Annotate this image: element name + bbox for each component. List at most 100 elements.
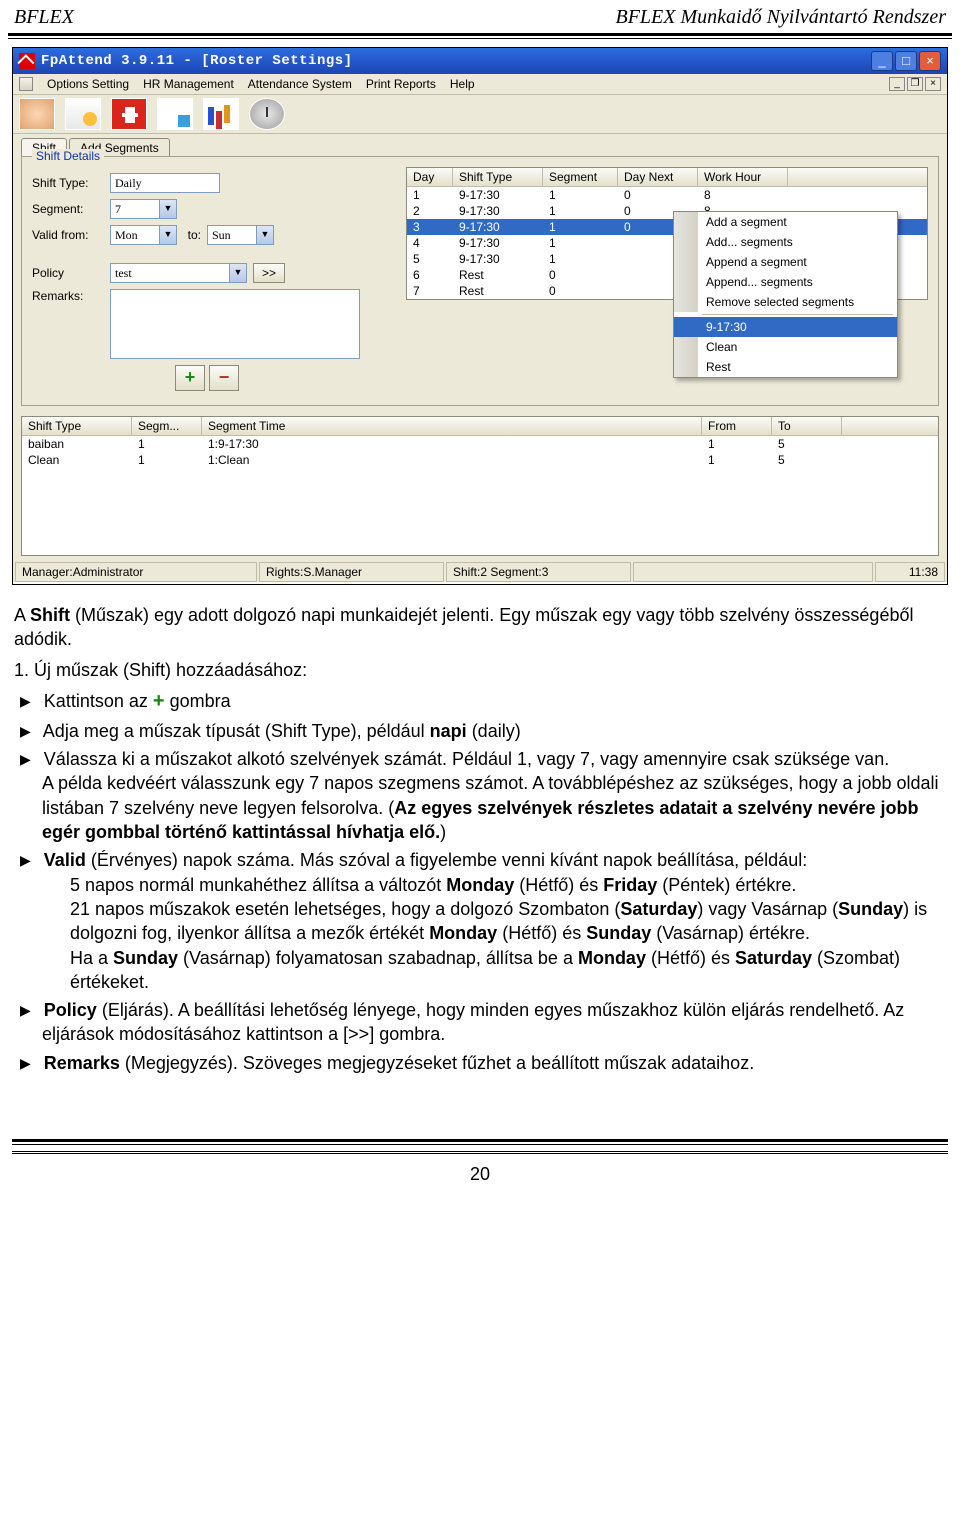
valid-to-dd-icon[interactable]: ▼: [257, 225, 274, 245]
txt: Kattintson az: [44, 691, 153, 711]
plus-icon: +: [153, 690, 165, 712]
maximize-button[interactable]: □: [895, 51, 917, 71]
status-rights: Rights:S.Manager: [259, 562, 444, 582]
txt: Sunday: [113, 948, 178, 968]
system-menu-icon[interactable]: [19, 77, 33, 91]
col-shift-type[interactable]: Shift Type: [453, 168, 543, 186]
tab-strip: Shift Add Segments: [21, 138, 939, 157]
context-menu[interactable]: Add a segmentAdd... segmentsAppend a seg…: [673, 211, 898, 378]
menu-gutter: [674, 292, 698, 312]
page-header: BFLEX BFLEX Munkaidő Nyilvántartó Rendsz…: [0, 0, 960, 33]
menu-gutter: [674, 232, 698, 252]
menu-gutter: [674, 252, 698, 272]
menu-item[interactable]: Rest: [674, 357, 897, 377]
minimize-button[interactable]: _: [871, 51, 893, 71]
remarks-textarea[interactable]: [110, 289, 360, 359]
table-cell: 1: [543, 219, 618, 235]
toolbar-doc-icon[interactable]: [157, 98, 193, 130]
col-work-hour[interactable]: Work Hour: [698, 168, 788, 186]
col2-shift-type[interactable]: Shift Type: [22, 417, 132, 435]
table-cell: 4: [407, 235, 453, 251]
table-cell: 5: [772, 436, 842, 452]
header-left: BFLEX: [14, 6, 74, 29]
mdi-close[interactable]: ×: [925, 77, 941, 91]
menu-print[interactable]: Print Reports: [366, 77, 436, 91]
menu-gutter: [674, 212, 698, 232]
menu-item[interactable]: Append... segments: [674, 272, 897, 292]
menu-options[interactable]: Options Setting: [47, 77, 129, 91]
status-shift: Shift:2 Segment:3: [446, 562, 631, 582]
valid-from-dd-icon[interactable]: ▼: [160, 225, 177, 245]
status-bar: Manager:Administrator Rights:S.Manager S…: [15, 562, 945, 582]
table-row[interactable]: 19-17:30108: [407, 187, 927, 203]
txt: (Műszak) egy adott dolgozó napi munkaide…: [14, 605, 913, 649]
txt: (Eljárás). A beállítási lehetőség lényeg…: [42, 1000, 904, 1044]
table-cell: 9-17:30: [453, 235, 543, 251]
txt: Remarks: [44, 1053, 120, 1073]
table-cell: 1: [702, 452, 772, 468]
txt: Sunday: [586, 923, 651, 943]
menu-item[interactable]: Remove selected segments: [674, 292, 897, 312]
col-day-next[interactable]: Day Next: [618, 168, 698, 186]
col-segment[interactable]: Segment: [543, 168, 618, 186]
col2-segment-time[interactable]: Segment Time: [202, 417, 702, 435]
label-valid-from: Valid from:: [32, 228, 110, 242]
table-cell: 1: [407, 187, 453, 203]
toolbar-clock-icon[interactable]: [249, 98, 285, 130]
menubar: Options Setting HR Management Attendance…: [13, 74, 947, 95]
toolbar-chart-icon[interactable]: [203, 98, 239, 130]
menu-gutter: [674, 272, 698, 292]
menu-hr[interactable]: HR Management: [143, 77, 234, 91]
mdi-minimize[interactable]: _: [889, 77, 905, 91]
numbered-step: 1. Új műszak (Shift) hozzáadásához:: [14, 658, 946, 682]
shift-summary-table[interactable]: Shift Type Segm... Segment Time From To …: [21, 416, 939, 556]
txt: (Érvényes) napok száma. Más szóval a fig…: [86, 850, 807, 870]
segment-field[interactable]: [110, 199, 160, 219]
close-button[interactable]: ×: [919, 51, 941, 71]
table-cell: 1: [543, 235, 618, 251]
col-day[interactable]: Day: [407, 168, 453, 186]
menu-item[interactable]: 9-17:30: [674, 317, 897, 337]
table-cell: 5: [407, 251, 453, 267]
table-cell: 0: [543, 267, 618, 283]
table-row[interactable]: Clean11:Clean15: [22, 452, 938, 468]
mdi-restore[interactable]: ❐: [907, 77, 923, 91]
titlebar: FpAttend 3.9.11 - [Roster Settings] _ □ …: [13, 48, 947, 74]
policy-dd-icon[interactable]: ▼: [230, 263, 247, 283]
group-legend: Shift Details: [32, 149, 104, 163]
txt: Valid: [44, 850, 86, 870]
col2-from[interactable]: From: [702, 417, 772, 435]
menu-help[interactable]: Help: [450, 77, 475, 91]
col2-segm[interactable]: Segm...: [132, 417, 202, 435]
col2-to[interactable]: To: [772, 417, 842, 435]
menu-attendance[interactable]: Attendance System: [248, 77, 352, 91]
remove-button[interactable]: −: [209, 365, 239, 391]
menu-item[interactable]: Append a segment: [674, 252, 897, 272]
label-to: to:: [177, 228, 207, 242]
policy-more-button[interactable]: >>: [253, 263, 285, 283]
table-row[interactable]: baiban11:9-17:3015: [22, 436, 938, 452]
list-item: Policy (Eljárás). A beállítási lehetőség…: [42, 998, 946, 1047]
menu-item[interactable]: Add... segments: [674, 232, 897, 252]
menu-item[interactable]: Add a segment: [674, 212, 897, 232]
segment-dd-icon[interactable]: ▼: [160, 199, 177, 219]
menu-item-label: Clean: [698, 340, 897, 354]
valid-to-field[interactable]: [207, 225, 257, 245]
table-cell: 1: [702, 436, 772, 452]
txt: Monday: [429, 923, 497, 943]
policy-field[interactable]: [110, 263, 230, 283]
add-button[interactable]: +: [175, 365, 205, 391]
toolbar-add-icon[interactable]: [111, 98, 147, 130]
menu-item[interactable]: Clean: [674, 337, 897, 357]
toolbar-form-icon[interactable]: [65, 98, 101, 130]
toolbar-user-icon[interactable]: [19, 98, 55, 130]
txt: gombra: [165, 691, 231, 711]
label-shift-type: Shift Type:: [32, 176, 110, 190]
table-cell: 5: [772, 452, 842, 468]
menu-item-label: Append... segments: [698, 275, 897, 289]
valid-from-field[interactable]: [110, 225, 160, 245]
shift-type-field[interactable]: [110, 173, 220, 193]
label-segment: Segment:: [32, 202, 110, 216]
label-policy: Policy: [32, 266, 110, 280]
txt: (Vasárnap) értékre.: [651, 923, 810, 943]
